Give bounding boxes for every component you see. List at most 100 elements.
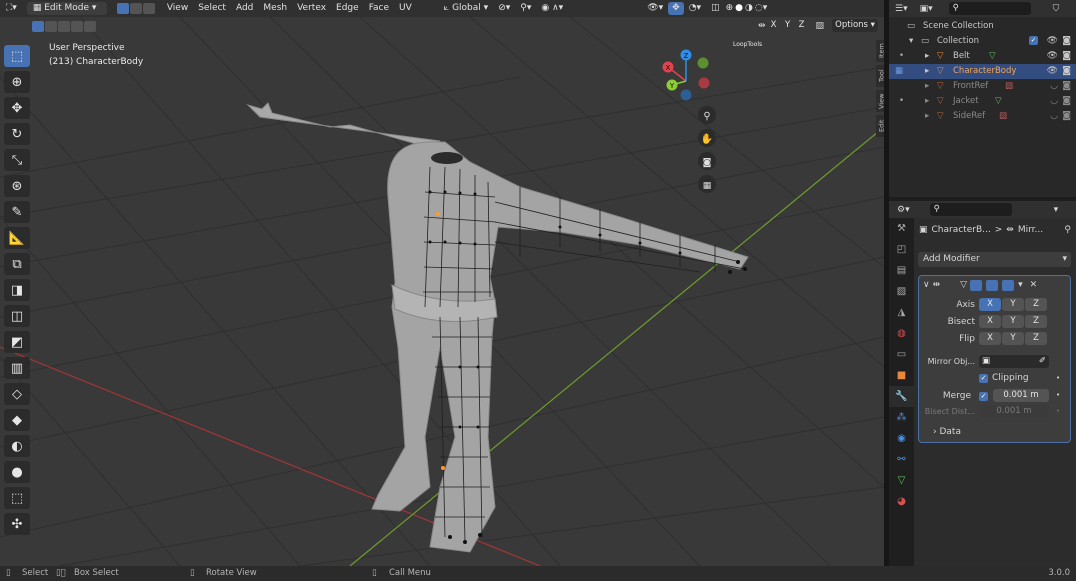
particles-tab-icon[interactable]: ⁂ [889,407,914,428]
menu-view[interactable]: View [162,0,193,17]
properties-editor-icon[interactable]: ⚙▾ [897,205,910,215]
bisect-distance-field[interactable]: 0.001 m [979,405,1049,418]
poly-build-tool-icon[interactable]: ◆ [4,409,30,431]
chevron-down-icon[interactable]: ▾ [1018,280,1023,290]
overlays-toggle-icon[interactable]: ◔▾ [684,0,706,17]
edge-select-icon[interactable] [129,3,142,14]
camera-icon[interactable]: ◙ [1062,94,1071,109]
add-modifier-dropdown[interactable]: Add Modifier ▾ [918,252,1071,267]
3d-viewport[interactable]: X Z Y ⚲ ✋ ◙ ▦ [0,17,884,566]
editor-type-button[interactable]: ⛶▾ [0,0,23,17]
auto-merge-icon[interactable]: ▨ [816,21,825,31]
gizmo-neg-x-axis[interactable] [698,77,710,89]
proportional-edit-icon[interactable]: ◉ ∧▾ [536,0,568,17]
edit-mode-indicator-icon[interactable]: ▦ [895,64,903,79]
flip-x-toggle[interactable]: X [979,332,1001,345]
menu-mesh[interactable]: Mesh [258,0,292,17]
mirror-x-toggle[interactable]: X [768,19,780,32]
menu-select[interactable]: Select [193,0,231,17]
options-dropdown[interactable]: Options ▾ [832,19,879,32]
close-icon[interactable]: ✕ [1030,280,1038,290]
view-object-types-icon[interactable]: 👁▾ [642,0,668,17]
scene-collection-row[interactable]: ▭ Scene Collection [889,19,1076,34]
merge-distance-field[interactable]: 0.001 m [993,389,1049,402]
menu-vertex[interactable]: Vertex [292,0,331,17]
cursor-tool-icon[interactable]: ⊕ [4,71,30,93]
data-tab-icon[interactable]: ▽ [889,470,914,491]
outliner-search-field[interactable]: ⚲ [948,2,1031,15]
eye-icon[interactable]: 👁 [1047,34,1058,49]
output-tab-icon[interactable]: ▤ [889,260,914,281]
transform-tool-icon[interactable]: ⊛ [4,175,30,197]
selection-tool-modes[interactable] [32,21,97,32]
select-subtract-icon[interactable] [58,21,70,32]
tool-tab-icon[interactable]: ⚒ [889,218,914,239]
keyframe-dot-icon[interactable]: • [1056,407,1060,415]
expand-arrow-icon[interactable]: ▾ [909,34,913,49]
menu-edge[interactable]: Edge [331,0,364,17]
display-mode-icon[interactable]: ▣▾ [920,4,933,14]
shading-solid-icon[interactable]: ● [734,0,744,17]
shading-rendered-icon[interactable]: ◌▾ [754,0,768,17]
outliner-item-belt[interactable]: • ▸ ▽ Belt ▽ 👁 ◙ [889,49,1076,64]
modifier-tab-icon[interactable]: 🔧 [889,386,914,407]
outliner-item-frontref[interactable]: ▸ ▽ FrontRef ▨ ◡ ◙ [889,79,1076,94]
exclude-checkbox[interactable]: ✓ [1029,34,1038,49]
physics-tab-icon[interactable]: ◉ [889,428,914,449]
camera-icon[interactable]: ◙ [1062,79,1071,94]
annotate-tool-icon[interactable]: ✎ [4,201,30,223]
inset-tool-icon[interactable]: ◫ [4,305,30,327]
bisect-z-toggle[interactable]: Z [1025,315,1047,328]
axis-x-toggle[interactable]: X [979,298,1001,311]
world-tab-icon[interactable]: ◍ [889,323,914,344]
eye-hidden-icon[interactable]: ◡ [1050,109,1058,124]
shading-wireframe-icon[interactable]: ⊕ [725,0,735,17]
mode-dropdown[interactable]: ▦ Edit Mode ▾ [26,2,107,15]
filter-icon[interactable]: ⛉ [1053,4,1060,14]
mirror-object-field[interactable]: ▣ ✐ [979,355,1049,368]
show-in-editmode-icon[interactable] [970,279,983,291]
shading-material-icon[interactable]: ◑ [744,0,754,17]
chevron-down-icon[interactable]: ▾ [1054,205,1059,215]
expand-arrow-icon[interactable]: ▸ [925,109,929,124]
pin-icon[interactable]: ⚲ [1064,225,1071,235]
select-extend-icon[interactable] [45,21,57,32]
add-cube-tool-icon[interactable]: ⧉ [4,253,30,275]
clipping-checkbox[interactable]: ✓ [979,373,988,383]
spin-tool-icon[interactable]: ◐ [4,435,30,457]
expand-arrow-icon[interactable]: ▸ [925,94,929,109]
view-layer-tab-icon[interactable]: ▨ [889,281,914,302]
bevel-tool-icon[interactable]: ◩ [4,331,30,353]
loop-cut-tool-icon[interactable]: ▥ [4,357,30,379]
collection-tab-icon[interactable]: ▭ [889,344,914,365]
rotate-tool-icon[interactable]: ↻ [4,123,30,145]
mirror-z-toggle[interactable]: Z [796,19,808,32]
face-select-icon[interactable] [142,3,155,14]
bisect-y-toggle[interactable]: Y [1002,315,1024,328]
keyframe-dot-icon[interactable]: • [1056,374,1060,382]
show-viewport-icon[interactable] [986,279,999,291]
camera-icon[interactable]: ◙ [1062,109,1071,124]
merge-checkbox[interactable]: ✓ [979,392,988,401]
camera-icon[interactable]: ◙ [1062,64,1071,79]
eye-hidden-icon[interactable]: ◡ [1050,79,1058,94]
outliner-editor-icon[interactable]: ☰▾ [895,4,908,14]
looptools-panel-label[interactable]: LoopTools [733,41,762,48]
collection-row[interactable]: ▾ ▭ Collection ✓ 👁 ◙ [889,34,1076,49]
gizmo-neg-z-axis[interactable] [680,89,692,101]
edit-mode-cage-icon[interactable]: ▽ [960,280,967,290]
axis-y-toggle[interactable]: Y [1002,298,1024,311]
object-tab-icon[interactable]: ■ [889,365,914,386]
eye-hidden-icon[interactable]: ◡ [1050,94,1058,109]
pivot-point-button[interactable]: ⊘▾ [493,0,515,17]
flip-y-toggle[interactable]: Y [1002,332,1024,345]
outliner-item-sideref[interactable]: ▸ ▽ SideRef ▨ ◡ ◙ [889,109,1076,124]
keyframe-dot-icon[interactable]: • [1056,391,1060,399]
camera-icon[interactable]: ◙ [1062,34,1071,49]
select-intersect-icon[interactable] [84,21,96,32]
select-new-icon[interactable] [32,21,44,32]
knife-tool-icon[interactable]: ◇ [4,383,30,405]
expand-arrow-icon[interactable]: ▸ [925,79,929,94]
show-render-icon[interactable] [1002,279,1015,291]
expand-arrow-icon[interactable]: ▸ [925,64,929,79]
